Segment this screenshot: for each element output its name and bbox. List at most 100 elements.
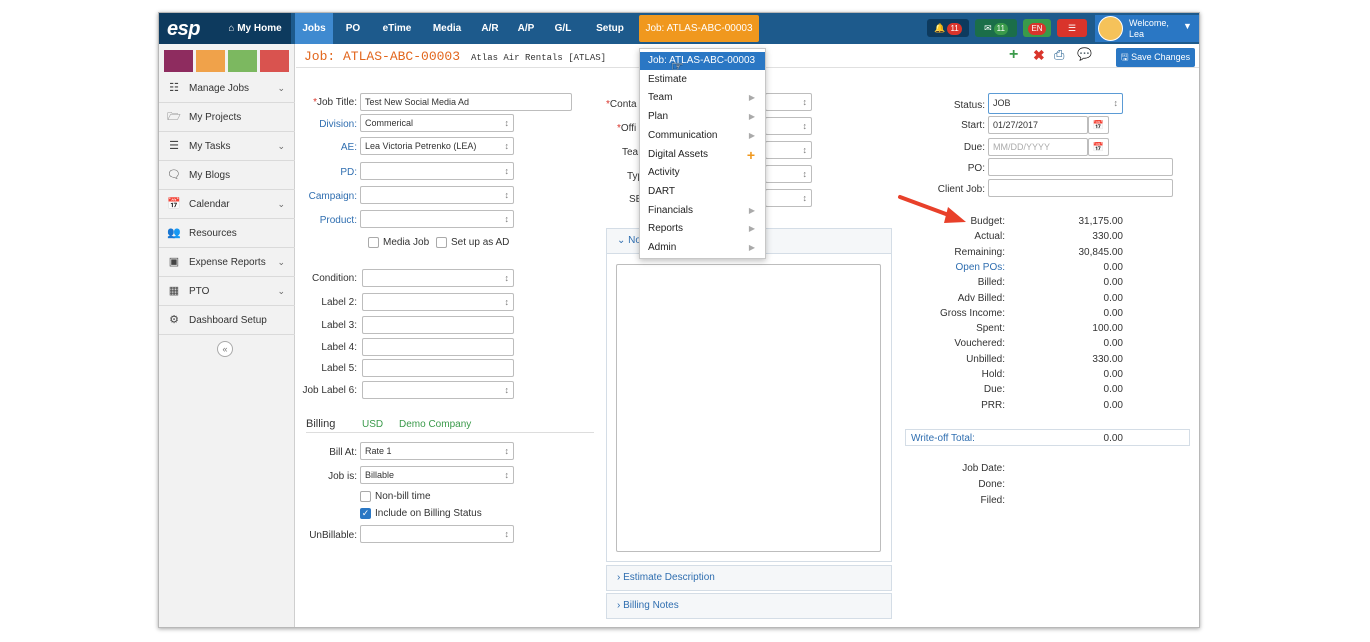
sidebar-item-label: Calendar bbox=[189, 199, 230, 210]
add-icon[interactable]: + bbox=[1009, 46, 1018, 64]
calendar-icon[interactable]: 📅 bbox=[1088, 116, 1109, 134]
financial-value: 0.00 bbox=[1103, 307, 1123, 319]
theme-swatch-1[interactable] bbox=[164, 50, 193, 72]
sitemap-icon: ☷ bbox=[169, 82, 179, 94]
nav-ap[interactable]: A/P bbox=[513, 13, 539, 44]
messages-button[interactable]: ✉ 11 bbox=[975, 19, 1017, 37]
job-label6-select[interactable] bbox=[362, 381, 514, 399]
database-button[interactable]: ☰ bbox=[1057, 19, 1087, 37]
dropdown-item-label: Reports bbox=[648, 223, 684, 235]
financial-value: 0.00 bbox=[1103, 292, 1123, 304]
nav-ar[interactable]: A/R bbox=[477, 13, 503, 44]
dropdown-item[interactable]: Admin ▶ bbox=[640, 239, 765, 257]
bill-at-select[interactable]: Rate 1 bbox=[360, 442, 514, 460]
nav-setup[interactable]: Setup bbox=[593, 13, 627, 44]
writeoff-label[interactable]: Write-off Total: bbox=[911, 433, 975, 444]
language-button[interactable]: EN bbox=[1023, 19, 1051, 37]
unbillable-select[interactable] bbox=[360, 525, 514, 543]
division-select[interactable]: Commerical bbox=[360, 114, 514, 132]
label2-select[interactable] bbox=[362, 293, 514, 311]
envelope-icon: ✉ bbox=[984, 23, 992, 33]
calendar-icon[interactable]: 📅 bbox=[1088, 138, 1109, 156]
product-select[interactable] bbox=[360, 210, 514, 228]
sidebar-item-manage-jobs[interactable]: ☷ Manage Jobs ⌄ bbox=[159, 74, 295, 103]
save-changes-button[interactable]: 🖫 Save Changes bbox=[1116, 48, 1195, 67]
dropdown-item[interactable]: Communication ▶ bbox=[640, 127, 765, 145]
dropdown-item[interactable]: Job: ATLAS-ABC-00003 bbox=[640, 52, 765, 70]
ae-select[interactable]: Lea Victoria Petrenko (LEA) bbox=[360, 137, 514, 155]
non-bill-time-checkbox[interactable] bbox=[360, 491, 371, 502]
sidebar-collapse-button[interactable]: « bbox=[217, 341, 233, 357]
team-select[interactable] bbox=[765, 141, 812, 159]
dropdown-item[interactable]: DART bbox=[640, 183, 765, 201]
job-title-input[interactable]: Test New Social Media Ad bbox=[360, 93, 572, 111]
ae-label[interactable]: AE: bbox=[299, 142, 357, 153]
media-job-checkbox[interactable] bbox=[368, 237, 379, 248]
label3-input[interactable] bbox=[362, 316, 514, 334]
sb-select[interactable] bbox=[765, 189, 812, 207]
sidebar-item-pto[interactable]: ▦ PTO ⌄ bbox=[159, 277, 295, 306]
client-job-input[interactable] bbox=[988, 179, 1173, 197]
sidebar-item-label: Manage Jobs bbox=[189, 83, 250, 94]
theme-swatch-2[interactable] bbox=[196, 50, 225, 72]
financial-value: 0.00 bbox=[1103, 261, 1123, 273]
chevron-right-icon: ▶ bbox=[748, 205, 755, 215]
dropdown-item[interactable]: Activity bbox=[640, 164, 765, 182]
pd-select[interactable] bbox=[360, 162, 514, 180]
nav-po[interactable]: PO bbox=[341, 13, 365, 44]
sidebar-item-expense-reports[interactable]: ▣ Expense Reports ⌄ bbox=[159, 248, 295, 277]
sidebar-item-dashboard-setup[interactable]: ⚙ Dashboard Setup bbox=[159, 306, 295, 335]
label5-input[interactable] bbox=[362, 359, 514, 377]
nav-my-home-label: My Home bbox=[237, 23, 282, 34]
status-select[interactable]: JOB bbox=[988, 93, 1123, 114]
condition-select[interactable] bbox=[362, 269, 514, 287]
nav-gl[interactable]: G/L bbox=[551, 13, 575, 44]
financial-label[interactable]: Open POs: bbox=[919, 262, 1005, 273]
office-select[interactable] bbox=[765, 117, 812, 135]
add-icon[interactable]: + bbox=[747, 146, 755, 164]
product-label[interactable]: Product: bbox=[299, 215, 357, 226]
dropdown-item[interactable]: Reports ▶ bbox=[640, 220, 765, 238]
notifications-button[interactable]: 🔔 11 bbox=[927, 19, 969, 37]
chat-icon[interactable]: 💬 bbox=[1077, 47, 1092, 61]
sidebar-item-my-tasks[interactable]: ☰ My Tasks ⌄ bbox=[159, 132, 295, 161]
nav-my-home[interactable]: ⌂ My Home bbox=[219, 13, 291, 44]
theme-swatch-3[interactable] bbox=[228, 50, 257, 72]
notes-textarea[interactable] bbox=[616, 264, 881, 552]
type-select[interactable] bbox=[765, 165, 812, 183]
sidebar-item-resources[interactable]: 👥 Resources bbox=[159, 219, 295, 248]
user-menu[interactable]: Welcome, Lea ▼ bbox=[1095, 15, 1199, 42]
due-date-input[interactable]: MM/DD/YYYY bbox=[988, 138, 1088, 156]
po-input[interactable] bbox=[988, 158, 1173, 176]
theme-swatch-4[interactable] bbox=[260, 50, 289, 72]
nav-jobs[interactable]: Jobs bbox=[295, 13, 333, 44]
contact-select[interactable] bbox=[765, 93, 812, 111]
nav-etime[interactable]: eTime bbox=[377, 13, 417, 44]
dropdown-item[interactable]: Financials ▶ bbox=[640, 202, 765, 220]
start-date-input[interactable]: 01/27/2017 bbox=[988, 116, 1088, 134]
label4-input[interactable] bbox=[362, 338, 514, 356]
job-is-select[interactable]: Billable bbox=[360, 466, 514, 484]
dropdown-item[interactable]: Plan ▶ bbox=[640, 108, 765, 126]
delete-icon[interactable]: ✖ bbox=[1033, 47, 1045, 64]
billing-notes-header[interactable]: › Billing Notes bbox=[606, 593, 892, 619]
campaign-select[interactable] bbox=[360, 186, 514, 204]
dropdown-item[interactable]: Digital Assets + bbox=[640, 146, 765, 164]
dropdown-item[interactable]: Estimate bbox=[640, 71, 765, 89]
sidebar-item-my-projects[interactable]: 🗁 My Projects bbox=[159, 103, 295, 132]
dropdown-item-label: DART bbox=[648, 185, 676, 197]
estimate-description-header[interactable]: › Estimate Description bbox=[606, 565, 892, 591]
esp-logo[interactable]: esp bbox=[159, 13, 219, 44]
sidebar-item-my-blogs[interactable]: 🗨 My Blogs bbox=[159, 161, 295, 190]
chevron-down-icon: ⌄ bbox=[277, 141, 285, 151]
nav-job-context[interactable]: Job: ATLAS-ABC-00003 bbox=[639, 15, 759, 42]
include-billing-status-checkbox[interactable]: ✓ bbox=[360, 508, 371, 519]
dropdown-item[interactable]: Team ▶ bbox=[640, 89, 765, 107]
pd-label[interactable]: PD: bbox=[299, 167, 357, 178]
print-icon[interactable]: ⎙ bbox=[1054, 47, 1064, 63]
campaign-label[interactable]: Campaign: bbox=[299, 191, 357, 202]
nav-media[interactable]: Media bbox=[429, 13, 465, 44]
set-up-as-ad-checkbox[interactable] bbox=[436, 237, 447, 248]
division-label[interactable]: Division: bbox=[299, 119, 357, 130]
sidebar-item-calendar[interactable]: 📅 Calendar ⌄ bbox=[159, 190, 295, 219]
